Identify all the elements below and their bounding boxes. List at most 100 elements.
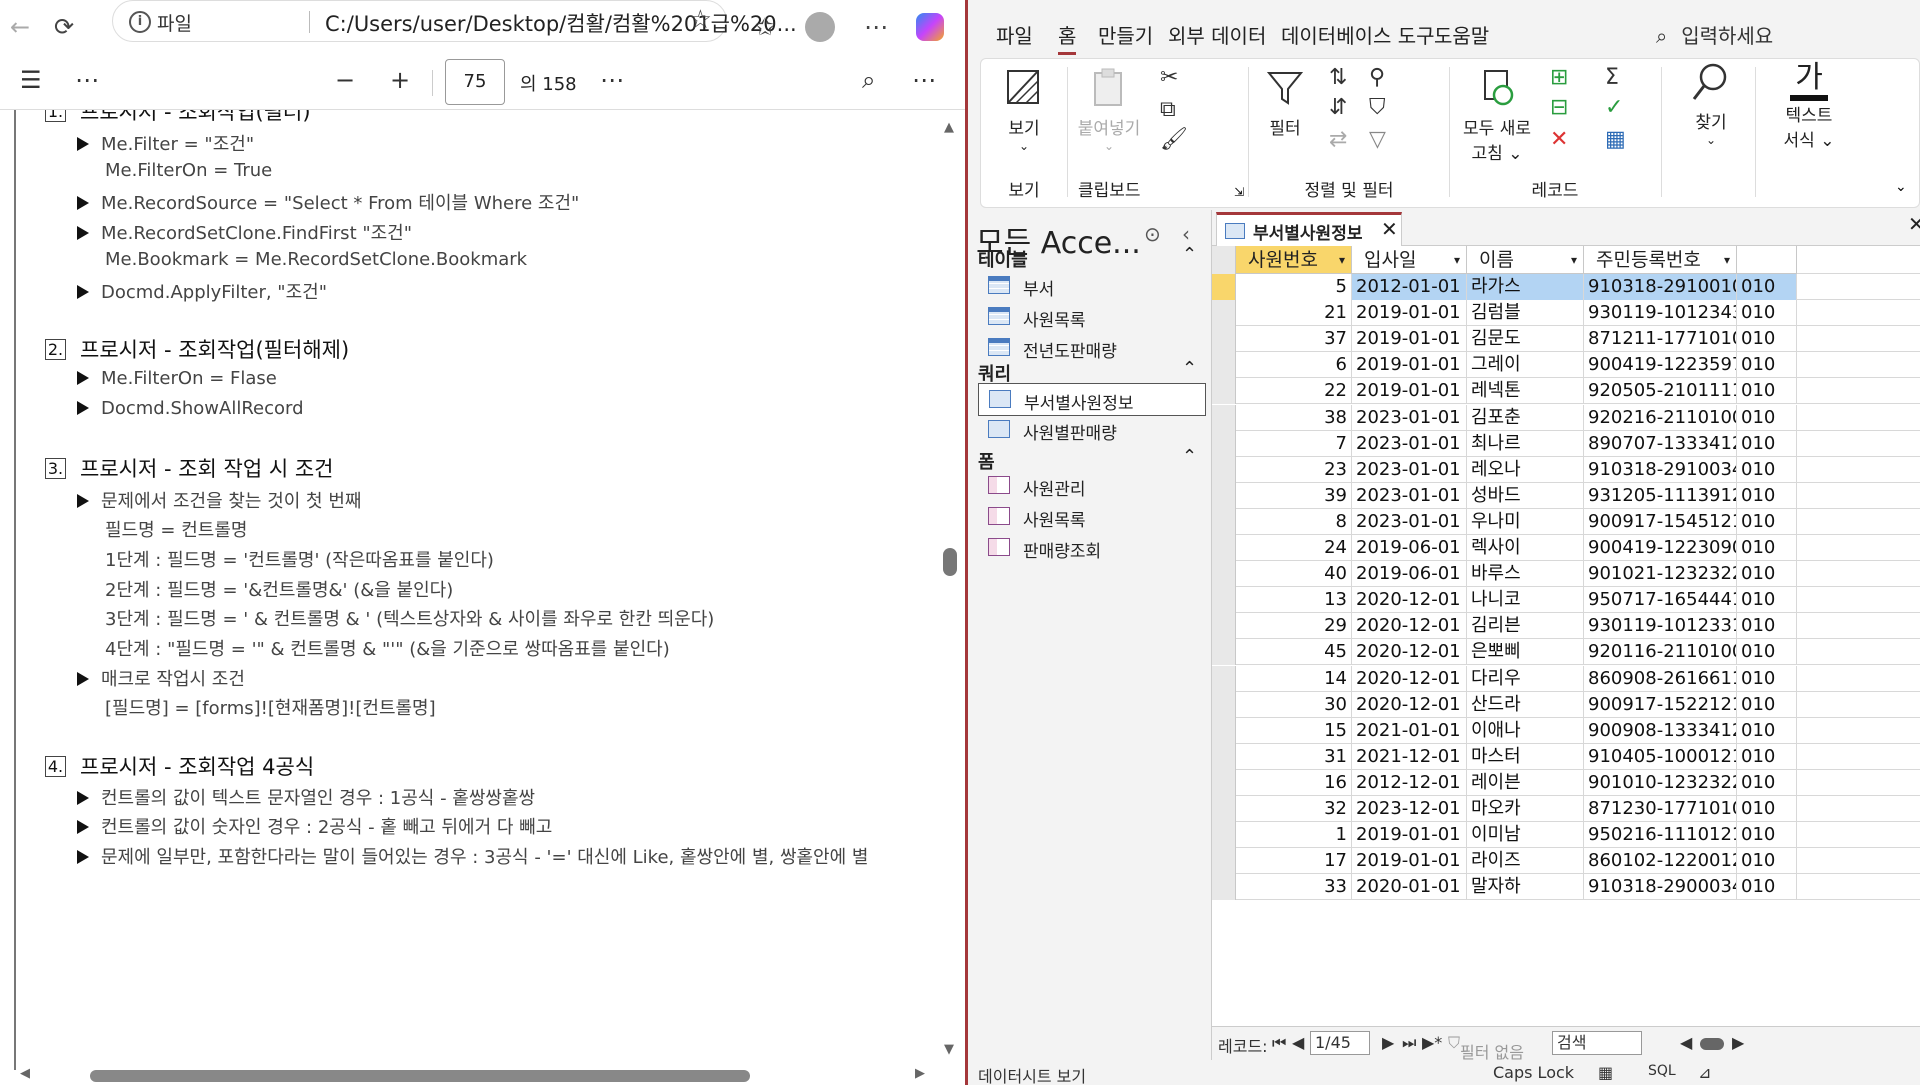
table-cell[interactable]: 910318-2910010: [1584, 274, 1737, 300]
scroll-right-icon[interactable]: ▶: [1732, 1033, 1744, 1052]
clipboard-launcher-icon[interactable]: ⇲: [1234, 185, 1244, 199]
record-selector[interactable]: [1212, 743, 1236, 770]
table-cell[interactable]: 14: [1236, 665, 1352, 692]
close-tab-icon[interactable]: ✕: [1381, 217, 1398, 241]
table-cell[interactable]: 010: [1737, 587, 1797, 614]
menu-3[interactable]: 외부 데이터: [1168, 20, 1266, 49]
design-view-icon[interactable]: ⊿: [1698, 1063, 1711, 1082]
record-position[interactable]: 1/45: [1310, 1031, 1370, 1055]
column-header[interactable]: 주민등록번호 ▾: [1584, 246, 1737, 274]
nav-item[interactable]: 사원목록: [978, 501, 1206, 534]
table-cell[interactable]: 24: [1236, 535, 1352, 561]
table-cell[interactable]: 010: [1737, 404, 1797, 431]
table-row[interactable]: 40 2019-06-01 바루스 901021-1232322 010: [1212, 561, 1920, 588]
table-cell[interactable]: 901021-1232322: [1584, 561, 1737, 588]
nav-item[interactable]: 전년도판매량: [978, 332, 1206, 365]
address-bar[interactable]: i 파일 C:/Users/user/Desktop/컴활/컴활%201급%20…: [112, 0, 797, 42]
collapse-icon[interactable]: ⌃: [1182, 446, 1197, 467]
table-row[interactable]: 21 2019-01-01 김럼블 930119-1012343 010: [1212, 300, 1920, 327]
table-cell[interactable]: 010: [1737, 352, 1797, 379]
menu-4[interactable]: 데이터베이스 도구: [1281, 20, 1435, 49]
table-cell[interactable]: 2023-01-01: [1352, 404, 1467, 431]
selection-filter-icon[interactable]: ⚲: [1369, 65, 1385, 90]
table-cell[interactable]: 2019-01-01: [1352, 300, 1467, 327]
column-header[interactable]: 입사일 ▾: [1352, 246, 1467, 274]
record-selector[interactable]: [1212, 508, 1236, 535]
record-selector[interactable]: [1212, 665, 1236, 692]
table-cell[interactable]: 산드라: [1467, 691, 1584, 718]
datasheet-view-icon[interactable]: ▦: [1598, 1063, 1613, 1082]
table-cell[interactable]: 010: [1737, 639, 1797, 666]
table-cell[interactable]: 2019-06-01: [1352, 561, 1467, 588]
table-cell[interactable]: 890707-1333412: [1584, 430, 1737, 457]
table-row[interactable]: 13 2020-12-01 나니코 950717-1654441 010: [1212, 587, 1920, 614]
table-cell[interactable]: 860102-1220012: [1584, 848, 1737, 875]
table-cell[interactable]: 2021-12-01: [1352, 743, 1467, 770]
record-selector[interactable]: [1212, 326, 1236, 353]
table-cell[interactable]: 010: [1737, 378, 1797, 405]
table-cell[interactable]: 1: [1236, 822, 1352, 849]
table-cell[interactable]: 30: [1236, 691, 1352, 718]
grid-scroll-thumb[interactable]: [1700, 1038, 1724, 1050]
nav-pane-menu-icon[interactable]: ⊙: [1144, 222, 1161, 246]
table-cell[interactable]: 레넥톤: [1467, 378, 1584, 405]
text-format-button[interactable]: 가 텍스트 서식 ⌄: [1771, 61, 1847, 152]
table-cell[interactable]: 이애나: [1467, 717, 1584, 744]
prev-record-icon[interactable]: ◀: [1292, 1033, 1304, 1052]
copilot-icon[interactable]: [910, 7, 950, 47]
table-row[interactable]: 8 2023-01-01 우나미 900917-1545121 010: [1212, 508, 1920, 535]
table-cell[interactable]: 010: [1737, 796, 1797, 822]
table-cell[interactable]: 32: [1236, 796, 1352, 822]
table-cell[interactable]: 레이븐: [1467, 769, 1584, 796]
record-selector[interactable]: [1212, 691, 1236, 718]
nav-item[interactable]: 사원별판매량: [978, 414, 1206, 447]
pdf-vertical-scrollbar[interactable]: ▲ ▼: [940, 110, 962, 1065]
sort-ascending-icon[interactable]: ⇅: [1329, 65, 1347, 90]
table-cell[interactable]: 45: [1236, 639, 1352, 666]
table-cell[interactable]: 라이즈: [1467, 848, 1584, 875]
table-cell[interactable]: 010: [1737, 691, 1797, 718]
favorite-star-icon[interactable]: ☆: [689, 5, 712, 35]
table-cell[interactable]: 871211-1771010: [1584, 326, 1737, 353]
tell-me-search[interactable]: ⌕ 입력하세요: [1656, 20, 1773, 49]
page-number-input[interactable]: 75: [445, 59, 505, 105]
url-text[interactable]: C:/Users/user/Desktop/컴활/컴활%201급%20...: [325, 8, 797, 38]
record-search-input[interactable]: 검색: [1552, 1031, 1642, 1055]
table-cell[interactable]: 900917-1522121: [1584, 691, 1737, 718]
table-cell[interactable]: 010: [1737, 717, 1797, 744]
table-cell[interactable]: 나니코: [1467, 587, 1584, 614]
table-cell[interactable]: 2019-01-01: [1352, 822, 1467, 849]
more-tools-icon[interactable]: ⋯: [75, 66, 99, 94]
remove-sort-icon[interactable]: ⇄: [1329, 127, 1347, 152]
table-cell[interactable]: 31: [1236, 743, 1352, 770]
zoom-in-icon[interactable]: +: [390, 66, 410, 94]
table-cell[interactable]: 2023-01-01: [1352, 430, 1467, 457]
record-selector[interactable]: [1212, 535, 1236, 561]
paste-button[interactable]: 붙여넣기 ⌄: [1074, 67, 1144, 153]
last-record-icon[interactable]: ⏭: [1402, 1033, 1416, 1053]
table-row[interactable]: 29 2020-12-01 김리븐 930119-1012331 010: [1212, 613, 1920, 640]
table-cell[interactable]: 2020-12-01: [1352, 691, 1467, 718]
spelling-icon[interactable]: ✓: [1605, 95, 1623, 120]
select-all-corner[interactable]: [1212, 246, 1236, 274]
table-cell[interactable]: 다리우: [1467, 665, 1584, 692]
table-cell[interactable]: 900419-1223597: [1584, 352, 1737, 379]
table-cell[interactable]: 김포춘: [1467, 404, 1584, 431]
refresh-icon[interactable]: ⟳: [44, 7, 84, 47]
record-selector[interactable]: [1212, 456, 1236, 483]
nav-item[interactable]: 부서: [978, 270, 1206, 303]
record-selector[interactable]: [1212, 430, 1236, 457]
table-cell[interactable]: 15: [1236, 717, 1352, 744]
table-cell[interactable]: 렉사이: [1467, 535, 1584, 561]
record-selector[interactable]: [1212, 300, 1236, 327]
table-cell[interactable]: 2020-12-01: [1352, 639, 1467, 666]
table-cell[interactable]: 그레이: [1467, 352, 1584, 379]
record-selector[interactable]: [1212, 717, 1236, 744]
table-cell[interactable]: 김리븐: [1467, 613, 1584, 640]
nav-section-header[interactable]: 테이블 ⌃: [978, 244, 1197, 272]
table-cell[interactable]: 최나르: [1467, 430, 1584, 457]
table-cell[interactable]: 931205-1113912: [1584, 482, 1737, 509]
more-icon[interactable]: ⋯: [856, 7, 896, 47]
info-icon[interactable]: i: [129, 11, 151, 33]
table-cell[interactable]: 871230-1771010: [1584, 796, 1737, 822]
